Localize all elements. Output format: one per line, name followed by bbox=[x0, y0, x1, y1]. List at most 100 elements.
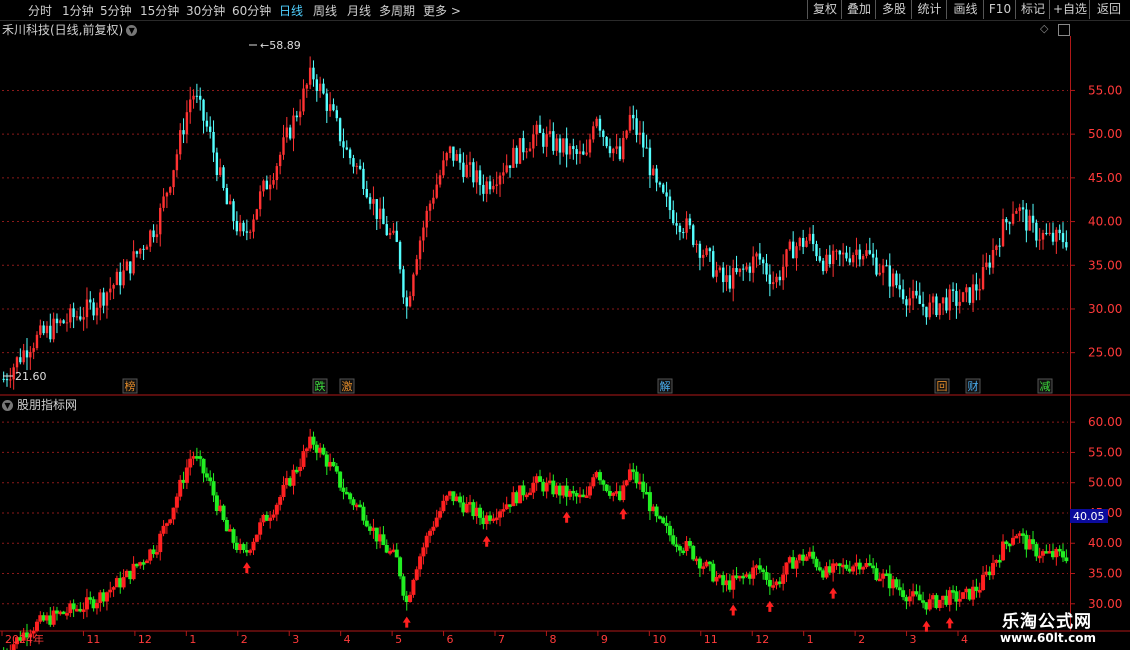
indicator-series bbox=[3, 428, 1069, 650]
event-marker-badge[interactable]: 激 bbox=[339, 378, 355, 394]
candle bbox=[951, 282, 955, 303]
price-tick-label: 50.00 bbox=[1088, 476, 1122, 490]
candle bbox=[925, 306, 928, 325]
candle bbox=[725, 264, 728, 292]
candle bbox=[442, 151, 445, 178]
indicator-bar bbox=[1001, 534, 1006, 561]
buy-arrow-icon bbox=[402, 616, 411, 628]
time-tick-label: 1 bbox=[807, 633, 814, 646]
candle bbox=[931, 293, 935, 315]
candle bbox=[165, 191, 169, 209]
indicator-bar bbox=[321, 444, 326, 456]
indicator-bar bbox=[398, 556, 403, 580]
candle bbox=[585, 139, 588, 157]
candle bbox=[242, 220, 245, 236]
event-marker-badge[interactable]: 回 bbox=[934, 378, 950, 394]
candle bbox=[225, 183, 229, 205]
candle bbox=[162, 188, 165, 212]
price-tick-label: 40.00 bbox=[1088, 215, 1122, 229]
candle bbox=[32, 342, 35, 360]
candle bbox=[112, 283, 115, 300]
indicator-bar bbox=[158, 530, 163, 561]
svg-text:财: 财 bbox=[968, 379, 979, 393]
candle bbox=[508, 165, 512, 178]
event-marker-badge[interactable]: 减 bbox=[1037, 378, 1053, 394]
time-tick-label: 10 bbox=[652, 633, 666, 646]
candle bbox=[598, 115, 602, 138]
indicator-bar bbox=[774, 579, 779, 590]
high-price-label: ←58.89 bbox=[260, 39, 301, 52]
candle bbox=[821, 257, 825, 275]
indicator-bar bbox=[634, 465, 639, 489]
event-marker-badge[interactable]: 解 bbox=[657, 378, 673, 394]
candle bbox=[135, 250, 139, 258]
indicator-bar bbox=[691, 544, 696, 562]
candle bbox=[675, 212, 678, 235]
candle bbox=[865, 243, 868, 259]
indicator-bar bbox=[484, 512, 489, 530]
candle bbox=[568, 143, 572, 160]
indicator-bar bbox=[544, 477, 549, 499]
candle bbox=[189, 86, 192, 124]
candle bbox=[645, 134, 648, 149]
candle bbox=[981, 254, 985, 291]
candle bbox=[465, 154, 468, 179]
event-marker-badge[interactable]: 财 bbox=[965, 378, 981, 394]
candle bbox=[875, 249, 878, 277]
candle bbox=[698, 240, 702, 271]
candle bbox=[228, 194, 232, 205]
indicator-bar bbox=[857, 558, 862, 575]
candle bbox=[418, 236, 422, 270]
candle bbox=[582, 143, 585, 156]
candle bbox=[435, 173, 438, 200]
time-tick-label: 1 bbox=[189, 633, 196, 646]
candle bbox=[122, 259, 125, 289]
candle bbox=[365, 180, 368, 199]
watermark-name: 乐淘公式网 bbox=[1002, 612, 1092, 632]
candle bbox=[1041, 229, 1045, 250]
candle bbox=[428, 200, 432, 222]
candle bbox=[82, 307, 85, 331]
indicator-bar bbox=[504, 496, 509, 511]
event-marker-badge[interactable]: 跌 bbox=[312, 378, 328, 394]
candle bbox=[368, 193, 372, 210]
indicator-panel-header[interactable]: ▼ 股朋指标网 bbox=[2, 396, 77, 413]
price-tick-label: 35.00 bbox=[1088, 258, 1122, 272]
candle bbox=[382, 196, 385, 225]
candle bbox=[522, 130, 525, 161]
diamond-icon[interactable]: ◇ bbox=[1040, 22, 1048, 35]
event-markers: 榜 跌激 解 回 财 减 bbox=[122, 378, 1053, 394]
candle bbox=[342, 128, 345, 159]
candle bbox=[312, 60, 315, 87]
indicator-bar bbox=[641, 473, 646, 499]
candle bbox=[1028, 209, 1031, 231]
candle bbox=[502, 162, 505, 184]
candle bbox=[89, 291, 92, 310]
candle bbox=[212, 120, 215, 162]
candle bbox=[245, 219, 249, 241]
chevron-down-icon[interactable]: ▼ bbox=[2, 400, 13, 411]
candle bbox=[648, 139, 652, 188]
candle bbox=[841, 243, 845, 267]
main-panel-header[interactable]: 禾川科技(日线,前复权) ▼ bbox=[2, 21, 138, 38]
svg-text:回: 回 bbox=[937, 380, 948, 393]
candle bbox=[445, 151, 448, 167]
candle bbox=[438, 169, 442, 188]
chart-canvas[interactable]: 25.0030.0035.0040.0045.0050.0055.0030.00… bbox=[0, 0, 1130, 650]
time-tick-label: 2 bbox=[241, 633, 248, 646]
candle bbox=[938, 303, 941, 320]
chevron-down-icon[interactable]: ▼ bbox=[126, 25, 138, 36]
buy-arrow-icon bbox=[765, 600, 774, 612]
candle bbox=[285, 116, 289, 143]
candle bbox=[345, 140, 348, 151]
candle bbox=[328, 92, 332, 117]
candle bbox=[1065, 230, 1068, 251]
candle bbox=[815, 240, 818, 262]
candle bbox=[175, 149, 179, 178]
price-tick-label: 45.00 bbox=[1088, 171, 1122, 185]
event-marker-badge[interactable]: 榜 bbox=[122, 378, 138, 394]
candle bbox=[652, 165, 655, 176]
candle bbox=[282, 124, 285, 160]
candle bbox=[258, 185, 262, 217]
maximize-icon[interactable] bbox=[1058, 24, 1070, 36]
